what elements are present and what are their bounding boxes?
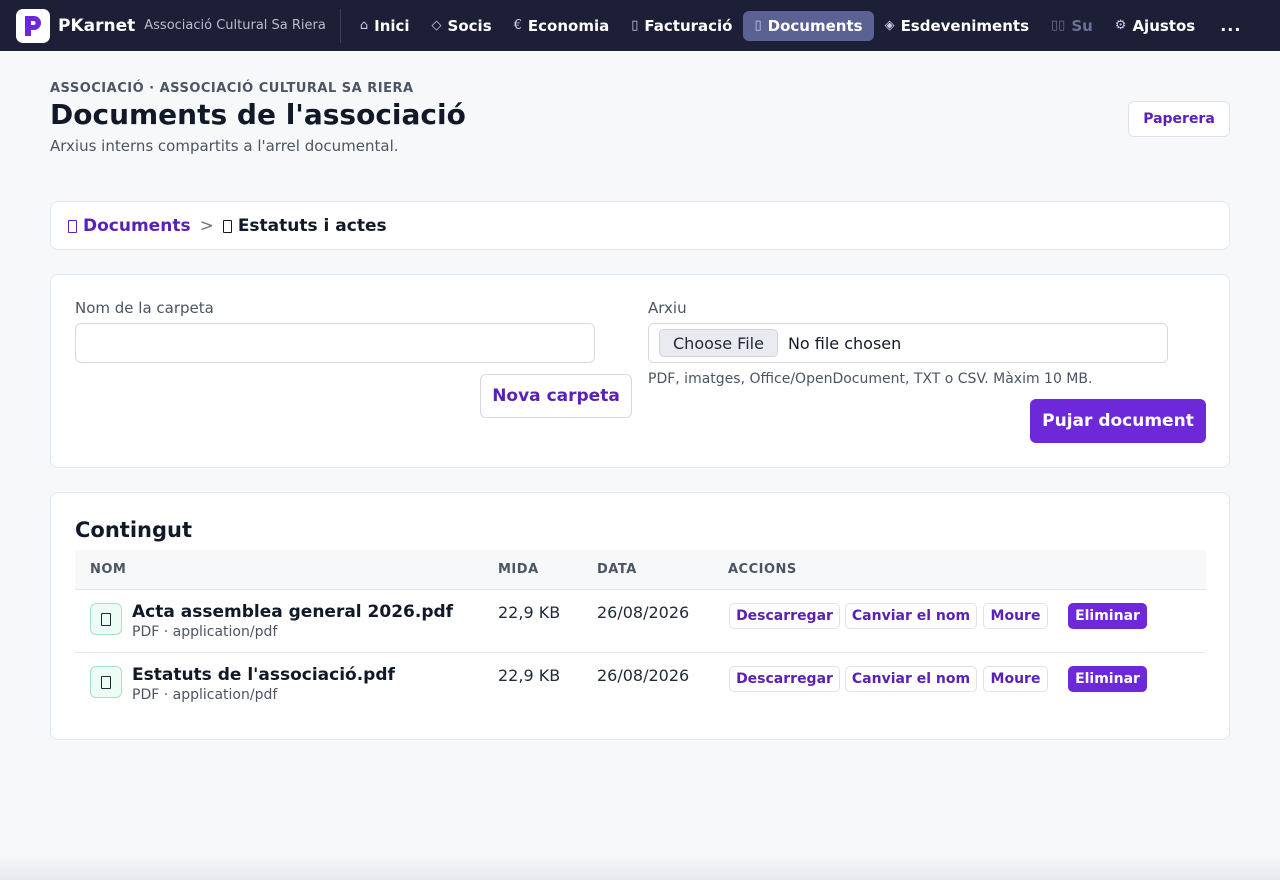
move-button[interactable]: Moure: [983, 603, 1048, 629]
nav-divider: [339, 8, 341, 43]
app-name: PKarnet: [58, 15, 136, 36]
documents-table: NOM MIDA DATA ACCIONS Acta assemblea gen…: [75, 550, 1206, 716]
column-header-name: NOM: [90, 562, 127, 577]
app-logo-icon: [16, 8, 50, 43]
event-icon: ◈: [884, 18, 895, 33]
brand[interactable]: PKarnet Associació Cultural Sa Riera: [0, 0, 326, 51]
file-help-text: PDF, imatges, Office/OpenDocument, TXT o…: [648, 371, 1093, 387]
nav-item-label: Economia: [527, 16, 610, 35]
nav-item-documents[interactable]: ▯ Documents: [743, 10, 874, 41]
file-input[interactable]: Choose File No file chosen: [648, 323, 1168, 363]
nav-item-label: Socis: [447, 16, 492, 35]
delete-button[interactable]: Eliminar: [1068, 603, 1147, 629]
file-type: PDF · application/pdf: [132, 624, 278, 640]
top-navbar: PKarnet Associació Cultural Sa Riera ⌂ I…: [0, 0, 1280, 51]
more-menu-button[interactable]: ...: [1206, 16, 1259, 35]
file-label: Arxiu: [648, 299, 687, 317]
breadcrumb: Documents > Estatuts i actes: [68, 216, 387, 236]
panel-icon: ▯▯: [1051, 18, 1066, 33]
nav-item-economia[interactable]: € Economia: [503, 11, 621, 41]
file-size: 22,9 KB: [498, 666, 561, 685]
column-header-date: DATA: [597, 562, 637, 577]
page-title: Documents de l'associació: [50, 98, 466, 131]
euro-icon: €: [513, 18, 522, 33]
nav-item-ajustos[interactable]: ⚙ Ajustos: [1104, 11, 1206, 41]
choose-file-button[interactable]: Choose File: [659, 329, 778, 357]
breadcrumb-current: Estatuts i actes: [222, 216, 387, 236]
nav-item-su[interactable]: ▯▯ Su: [1040, 11, 1104, 41]
breadcrumb-root-link[interactable]: Documents: [68, 216, 191, 236]
nav-item-esdeveniments[interactable]: ◈ Esdeveniments: [874, 11, 1040, 41]
table-row: Estatuts de l'associació.pdf PDF · appli…: [75, 653, 1206, 716]
nav-item-label: Su: [1071, 16, 1093, 35]
section-title: Contingut: [75, 518, 192, 542]
file-size: 22,9 KB: [498, 603, 561, 622]
rename-button[interactable]: Canviar el nom: [845, 603, 977, 629]
table-row: Acta assemblea general 2026.pdf PDF · ap…: [75, 590, 1206, 653]
download-button[interactable]: Descarregar: [729, 603, 840, 629]
folder-name-label: Nom de la carpeta: [75, 299, 214, 317]
breadcrumb-separator: >: [199, 216, 214, 236]
folder-name-input[interactable]: [75, 323, 595, 363]
column-header-actions: ACCIONS: [728, 562, 797, 577]
upload-document-button[interactable]: Pujar document: [1030, 399, 1206, 443]
file-date: 26/08/2026: [597, 666, 690, 685]
content-card: Contingut NOM MIDA DATA ACCIONS Acta ass…: [50, 492, 1230, 740]
gear-icon: ⚙: [1114, 18, 1127, 33]
nav-menu: ⌂ Inici ◇ Socis € Economia ▯ Facturació …: [349, 0, 1206, 51]
nav-item-label: Facturació: [644, 16, 733, 35]
nav-item-label: Ajustos: [1132, 16, 1196, 35]
folder-icon: [68, 219, 77, 233]
bottom-shadow: [0, 855, 1280, 880]
nav-item-label: Inici: [374, 16, 410, 35]
pdf-file-icon: [90, 603, 122, 635]
invoice-icon: ▯: [631, 18, 639, 33]
page-subtitle: Arxius interns compartits a l'arrel docu…: [50, 137, 399, 155]
organization-name: Associació Cultural Sa Riera: [144, 18, 326, 33]
nav-item-label: Documents: [767, 16, 863, 35]
nav-item-label: Esdeveniments: [900, 16, 1029, 35]
breadcrumb-current-label: Estatuts i actes: [237, 216, 387, 236]
table-header: NOM MIDA DATA ACCIONS: [75, 550, 1206, 590]
file-status-text: No file chosen: [787, 333, 902, 353]
breadcrumb-root-label: Documents: [83, 216, 191, 236]
page-eyebrow: ASSOCIACIÓ · ASSOCIACIÓ CULTURAL SA RIER…: [50, 81, 414, 96]
folder-icon: [222, 219, 232, 233]
file-type: PDF · application/pdf: [132, 687, 278, 703]
diamond-icon: ◇: [431, 18, 442, 33]
move-button[interactable]: Moure: [983, 666, 1048, 692]
upload-form-card: Nom de la carpeta Nova carpeta Arxiu Cho…: [50, 274, 1230, 468]
column-header-size: MIDA: [498, 562, 539, 577]
rename-button[interactable]: Canviar el nom: [845, 666, 977, 692]
nav-item-socis[interactable]: ◇ Socis: [421, 11, 503, 41]
pdf-file-icon: [90, 666, 122, 698]
trash-button[interactable]: Paperera: [1128, 101, 1230, 137]
file-name[interactable]: Estatuts de l'associació.pdf: [132, 665, 395, 685]
delete-button[interactable]: Eliminar: [1068, 666, 1147, 692]
nav-item-inici[interactable]: ⌂ Inici: [349, 11, 421, 41]
nav-item-facturacio[interactable]: ▯ Facturació: [620, 11, 743, 41]
document-icon: ▯: [754, 18, 762, 33]
file-name[interactable]: Acta assemblea general 2026.pdf: [132, 602, 453, 622]
new-folder-button[interactable]: Nova carpeta: [480, 374, 632, 418]
file-date: 26/08/2026: [597, 603, 690, 622]
home-icon: ⌂: [359, 18, 369, 33]
download-button[interactable]: Descarregar: [729, 666, 840, 692]
breadcrumb-card: Documents > Estatuts i actes: [50, 201, 1230, 250]
